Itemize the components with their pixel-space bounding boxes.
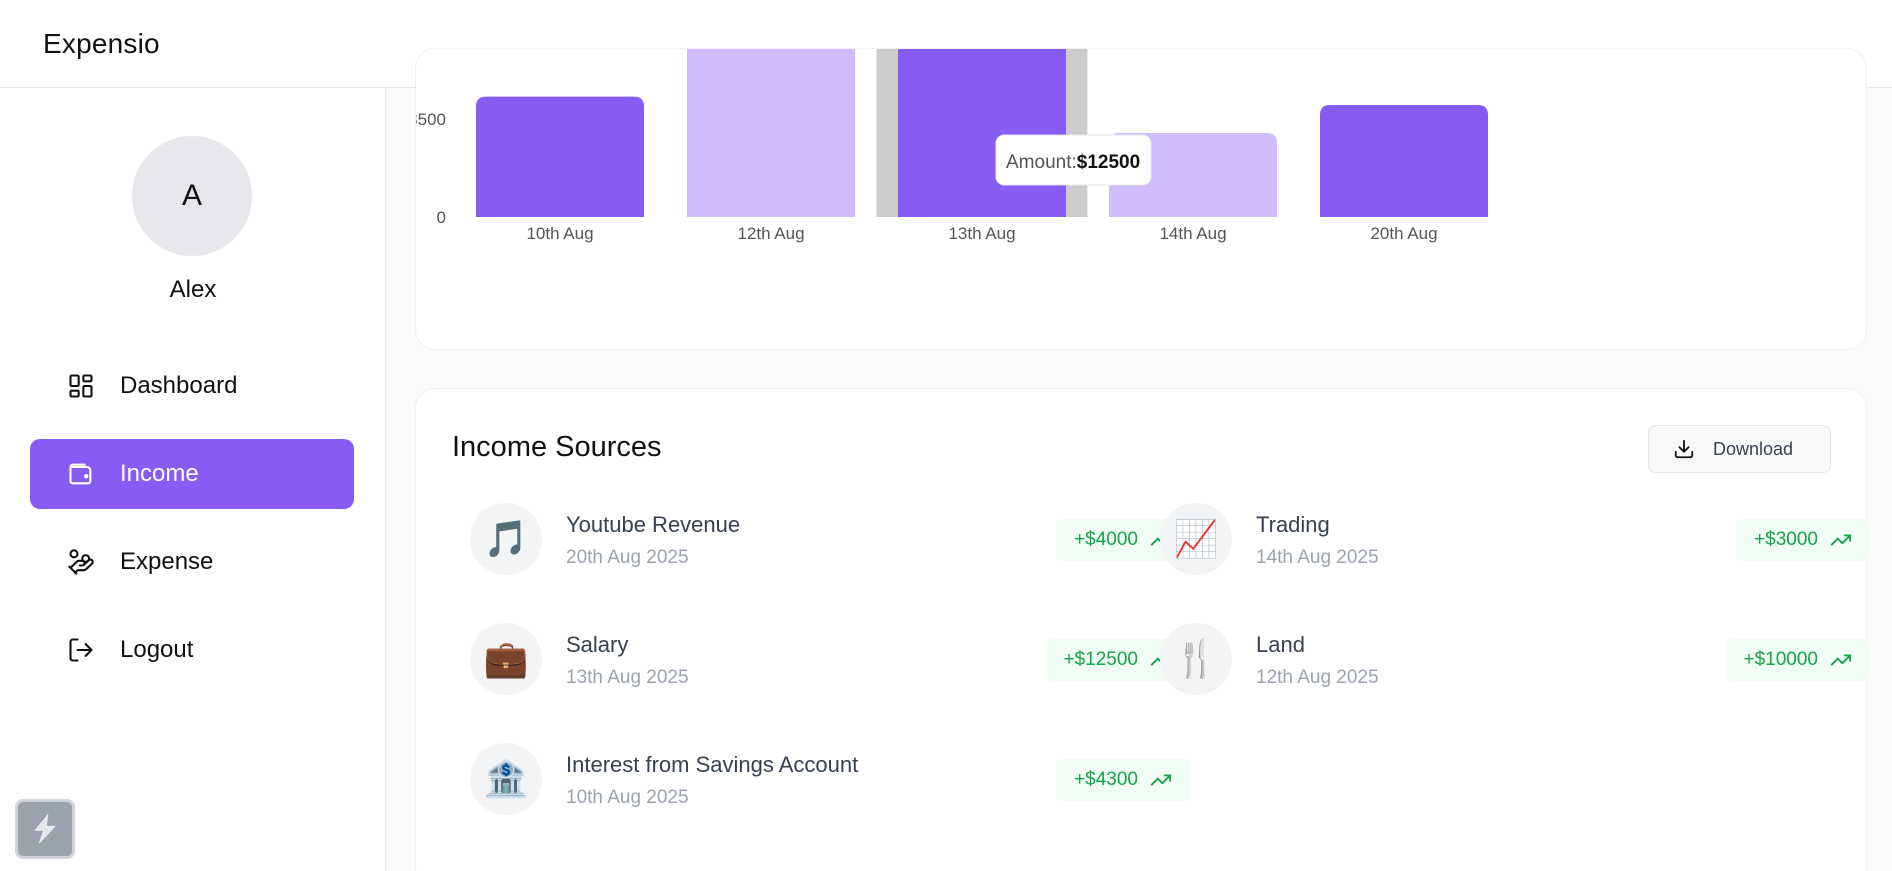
chart-bar[interactable] — [898, 49, 1066, 217]
x-tick-label: 20th Aug — [1370, 224, 1437, 243]
source-name: Salary — [566, 632, 629, 657]
income-sources-card: Income Sources Download 🎵 Youtube Revenu… — [415, 388, 1870, 871]
download-icon — [1673, 438, 1695, 460]
amount-badge: +$10000 — [1725, 639, 1870, 681]
sidebar-item-label: Dashboard — [120, 372, 238, 399]
income-chart-card: 0 3500 10th Aug 12th Aug 13th Aug 14th Aug 20t… — [415, 48, 1867, 350]
amount-value: +$4300 — [1074, 769, 1138, 790]
x-tick-label: 14th Aug — [1159, 224, 1226, 243]
y-tick-label: 0 — [437, 208, 446, 227]
lightning-icon — [34, 813, 56, 844]
trending-up-icon — [1830, 529, 1852, 551]
hand-coins-icon — [66, 547, 96, 577]
sidebar-item-income[interactable]: Income — [30, 439, 354, 509]
source-date: 13th Aug 2025 — [566, 667, 689, 688]
main-content: 0 3500 10th Aug 12th Aug 13th Aug 14th Aug 20t… — [386, 48, 1892, 871]
amount-value: +$12500 — [1063, 649, 1139, 670]
wallet-icon — [66, 459, 96, 489]
brand-logo-text[interactable]: Expensio — [43, 28, 160, 60]
avatar: A — [132, 136, 252, 256]
amount-badge: +$3000 — [1736, 519, 1870, 561]
sidebar-item-dashboard[interactable]: Dashboard — [30, 351, 354, 421]
user-name: Alex — [169, 276, 217, 303]
source-name: Youtube Revenue — [566, 512, 741, 537]
briefcase-icon: 💼 — [470, 623, 542, 695]
source-date: 10th Aug 2025 — [566, 787, 689, 808]
amount-value: +$4000 — [1074, 529, 1138, 550]
chart-bar[interactable] — [1320, 105, 1488, 217]
chart-increasing-icon: 📈 — [1160, 503, 1232, 575]
source-date: 12th Aug 2025 — [1256, 667, 1379, 688]
floating-app-badge[interactable] — [15, 799, 75, 859]
chart-bar[interactable] — [687, 49, 855, 217]
y-tick-label: 3500 — [416, 110, 446, 129]
dashboard-icon — [66, 371, 96, 401]
source-date: 14th Aug 2025 — [1256, 547, 1379, 568]
amount-badge: +$4300 — [1056, 759, 1190, 801]
tooltip-text: Amount:$12500 — [1006, 152, 1140, 173]
source-name: Trading — [1256, 512, 1330, 537]
source-name: Land — [1256, 632, 1305, 657]
chart-bar[interactable] — [476, 96, 644, 217]
amount-value: +$3000 — [1754, 529, 1818, 550]
download-label: Download — [1713, 438, 1794, 459]
income-sources-title: Income Sources — [452, 431, 662, 463]
logout-icon — [66, 635, 96, 665]
x-tick-label: 12th Aug — [737, 224, 804, 243]
list-item[interactable]: 🍴 Land 12th Aug 2025 +$10000 — [1160, 623, 1870, 697]
x-tick-label: 13th Aug — [948, 224, 1015, 243]
list-item[interactable]: 🎵 Youtube Revenue 20th Aug 2025 +$4000 — [470, 503, 1190, 577]
tooltip-value: $12500 — [1077, 152, 1140, 173]
tooltip-label: Amount: — [1006, 152, 1077, 173]
source-name: Interest from Savings Account — [566, 752, 859, 777]
list-item[interactable]: 📈 Trading 14th Aug 2025 +$3000 — [1160, 503, 1870, 577]
list-item[interactable]: 🏦 Interest from Savings Account 10th Aug… — [470, 743, 1190, 817]
sidebar-item-label: Expense — [120, 548, 214, 575]
music-icon: 🎵 — [470, 503, 542, 575]
source-date: 20th Aug 2025 — [566, 547, 689, 568]
sidebar-item-label: Logout — [120, 636, 194, 663]
sidebar: A Alex Dashboard Income Expense Logout — [0, 88, 386, 871]
sidebar-item-logout[interactable]: Logout — [30, 615, 354, 685]
x-tick-label: 10th Aug — [526, 224, 593, 243]
amount-value: +$10000 — [1743, 649, 1819, 670]
list-item[interactable]: 💼 Salary 13th Aug 2025 +$12500 — [470, 623, 1190, 697]
sidebar-item-label: Income — [120, 460, 199, 487]
trending-up-icon — [1150, 769, 1172, 791]
sidebar-item-expense[interactable]: Expense — [30, 527, 354, 597]
fork-knife-icon: 🍴 — [1160, 623, 1232, 695]
download-button[interactable]: Download — [1648, 425, 1831, 473]
income-bar-chart: 0 3500 10th Aug 12th Aug 13th Aug 14th Aug 20t… — [416, 49, 1488, 243]
trending-up-icon — [1830, 649, 1852, 671]
bank-icon: 🏦 — [470, 743, 542, 815]
